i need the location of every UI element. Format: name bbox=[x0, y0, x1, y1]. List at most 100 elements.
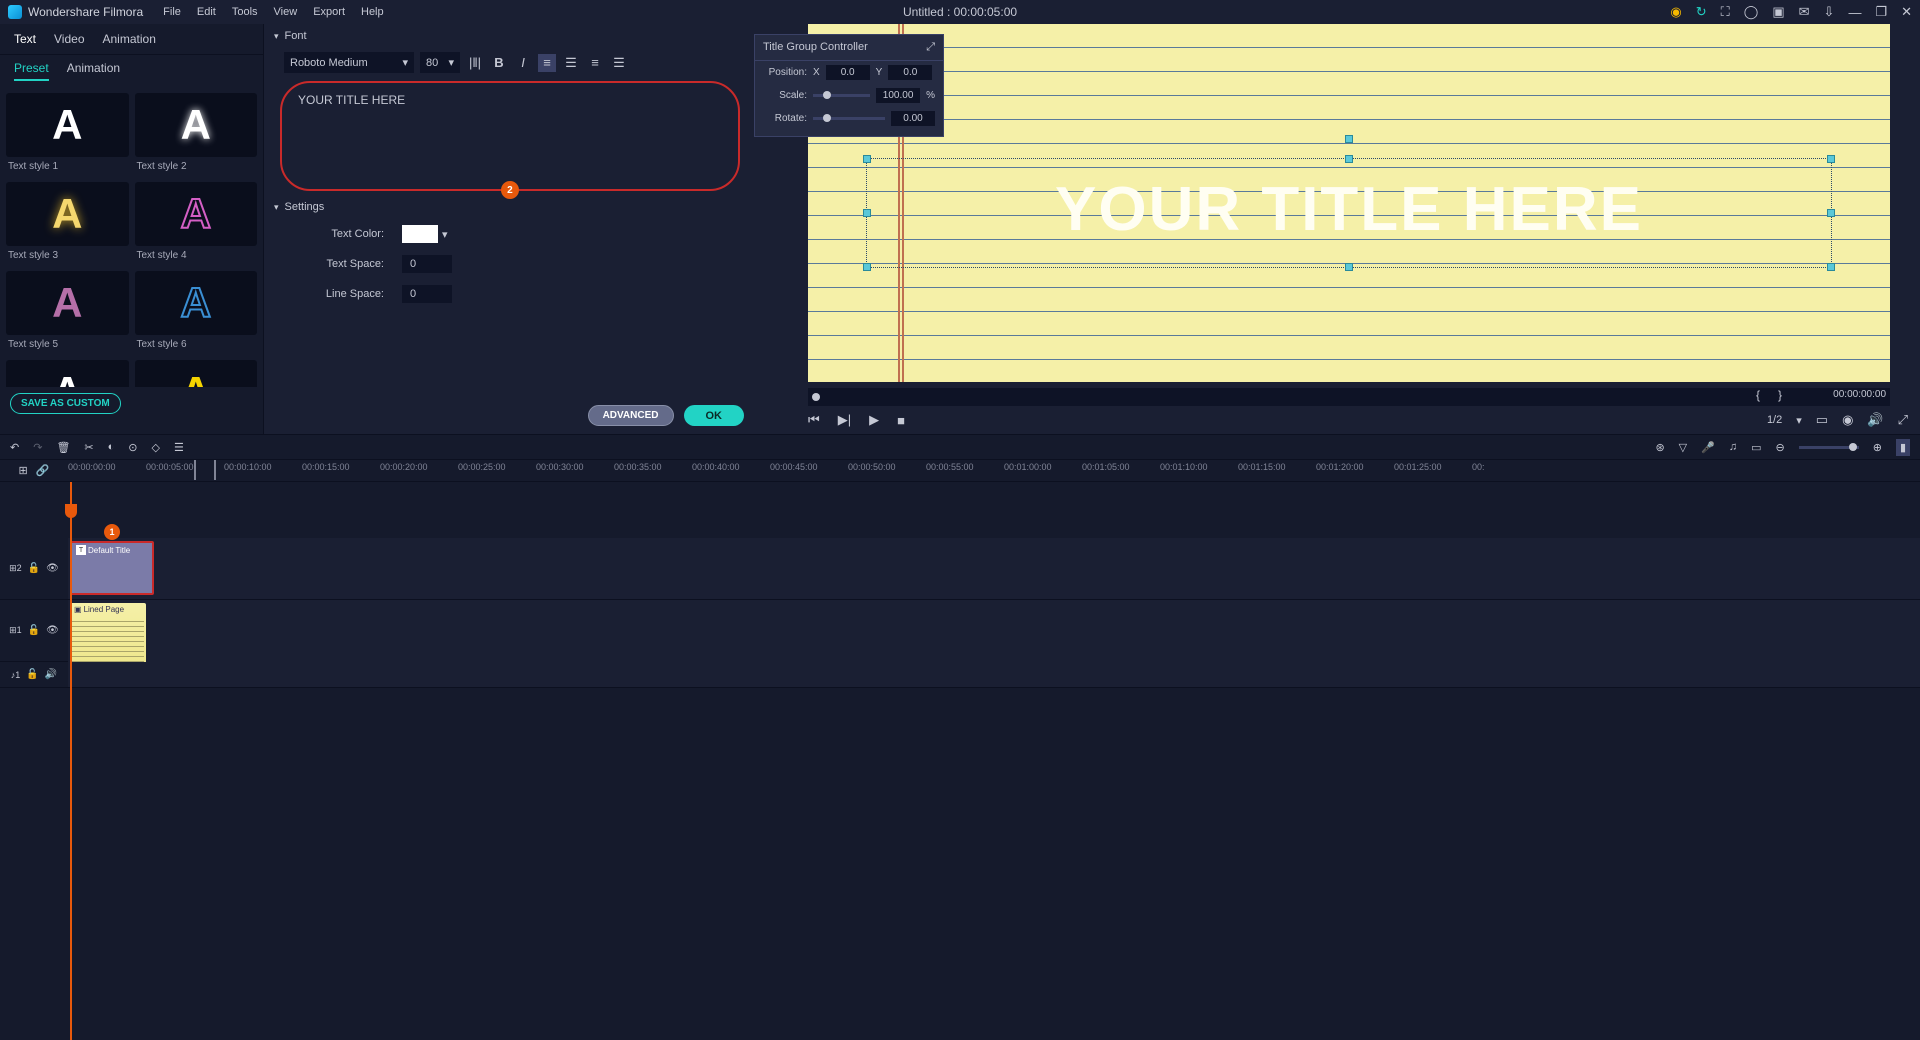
preset-6[interactable]: AText style 6 bbox=[135, 271, 258, 354]
undo-button[interactable]: ↶ bbox=[10, 441, 19, 454]
lock-icon[interactable]: 🔓 bbox=[28, 625, 40, 636]
delete-button[interactable]: 🗑 bbox=[56, 441, 70, 454]
tab-video[interactable]: Video bbox=[54, 32, 84, 46]
tab-animation[interactable]: Animation bbox=[103, 32, 156, 46]
play-button[interactable]: ▶ bbox=[869, 412, 879, 428]
font-family-select[interactable]: Roboto Medium▾ bbox=[284, 52, 414, 73]
selection-box[interactable] bbox=[866, 158, 1832, 268]
video-preview[interactable]: YOUR TITLE HERE bbox=[808, 24, 1890, 382]
lock-icon[interactable]: 🔓 bbox=[26, 669, 38, 680]
handle-tr[interactable] bbox=[1827, 155, 1835, 163]
zoom-slider[interactable] bbox=[1799, 446, 1859, 449]
font-section-header[interactable]: Font bbox=[264, 24, 756, 48]
marker-icon[interactable]: ▽ bbox=[1679, 441, 1687, 454]
prev-frame-button[interactable]: ⏮ bbox=[808, 412, 820, 428]
menu-view[interactable]: View bbox=[274, 6, 298, 18]
link-icon[interactable]: 🔗 bbox=[36, 464, 50, 477]
playhead[interactable] bbox=[70, 482, 72, 1040]
text-space-input[interactable]: 0 bbox=[402, 255, 452, 273]
redo-button[interactable]: ↷ bbox=[33, 441, 42, 454]
bold-button[interactable]: B bbox=[490, 54, 508, 72]
audio-mix-icon[interactable]: ♫ bbox=[1729, 441, 1737, 453]
tgc-y-input[interactable] bbox=[888, 65, 932, 80]
handle-br[interactable] bbox=[1827, 263, 1835, 271]
step-back-button[interactable]: ▶| bbox=[838, 412, 851, 428]
close-icon[interactable]: ✕ bbox=[1901, 4, 1912, 20]
zoom-out-button[interactable]: ⊖ bbox=[1776, 441, 1785, 454]
adjust-button[interactable]: ☰ bbox=[174, 441, 184, 454]
italic-button[interactable]: I bbox=[514, 54, 532, 72]
handle-bl[interactable] bbox=[863, 263, 871, 271]
mail-icon[interactable]: ✉ bbox=[1799, 4, 1810, 20]
handle-ml[interactable] bbox=[863, 209, 871, 217]
account-icon[interactable]: ◯ bbox=[1744, 4, 1759, 20]
refresh-icon[interactable]: ↻ bbox=[1696, 4, 1707, 20]
menu-edit[interactable]: Edit bbox=[197, 6, 216, 18]
display-icon[interactable]: ▭ bbox=[1816, 412, 1828, 428]
subtab-animation[interactable]: Animation bbox=[67, 61, 120, 81]
split-button[interactable]: ✂ bbox=[84, 441, 93, 454]
timeline-ruler[interactable]: 00:00:00:0000:00:05:0000:00:10:0000:00:1… bbox=[68, 460, 1920, 481]
frame-icon[interactable]: ▭ bbox=[1751, 441, 1761, 454]
menu-help[interactable]: Help bbox=[361, 6, 384, 18]
advanced-button[interactable]: ADVANCED bbox=[588, 405, 674, 426]
sound-icon[interactable]: 🔊 bbox=[45, 669, 57, 680]
menu-export[interactable]: Export bbox=[313, 6, 345, 18]
subtab-preset[interactable]: Preset bbox=[14, 61, 49, 81]
eye-icon[interactable]: 👁 bbox=[46, 625, 59, 636]
preset-5[interactable]: AText style 5 bbox=[6, 271, 129, 354]
tgc-collapse-icon[interactable]: ⤢ bbox=[926, 41, 935, 54]
audio-icon[interactable]: 🔊 bbox=[1867, 412, 1883, 428]
align-center-button[interactable]: ☰ bbox=[562, 54, 580, 72]
title-text-input[interactable]: YOUR TITLE HERE 2 bbox=[280, 81, 740, 191]
ok-button[interactable]: OK bbox=[684, 405, 745, 426]
speed-button[interactable]: ⊙ bbox=[128, 441, 137, 454]
handle-tm[interactable] bbox=[1345, 155, 1353, 163]
zoom-fit-button[interactable]: ▮ bbox=[1896, 439, 1910, 456]
preset-4[interactable]: AText style 4 bbox=[135, 182, 258, 265]
tab-text[interactable]: Text bbox=[14, 32, 36, 46]
render-icon[interactable]: ⊛ bbox=[1655, 441, 1664, 454]
preset-2[interactable]: AText style 2 bbox=[135, 93, 258, 176]
fullscreen-icon[interactable]: ⤢ bbox=[1898, 412, 1908, 428]
preset-1[interactable]: AText style 1 bbox=[6, 93, 129, 176]
menu-file[interactable]: File bbox=[163, 6, 181, 18]
minimize-icon[interactable]: — bbox=[1848, 5, 1861, 20]
eye-icon[interactable]: 👁 bbox=[46, 563, 59, 574]
preset-3[interactable]: AText style 3 bbox=[6, 182, 129, 265]
voiceover-icon[interactable]: 🎤 bbox=[1701, 441, 1715, 454]
handle-bm[interactable] bbox=[1345, 263, 1353, 271]
crop-button[interactable]: ◐ bbox=[108, 441, 115, 453]
snapshot-icon[interactable]: ◉ bbox=[1842, 412, 1853, 428]
tgc-x-input[interactable] bbox=[826, 65, 870, 80]
save-icon[interactable]: ▣ bbox=[1772, 4, 1784, 20]
track-manage-icon[interactable]: ⊞ bbox=[19, 464, 28, 477]
stop-button[interactable]: ■ bbox=[897, 413, 905, 428]
lock-icon[interactable]: 🔓 bbox=[28, 563, 40, 574]
chevron-down-icon[interactable]: ▾ bbox=[1796, 414, 1802, 427]
menu-tools[interactable]: Tools bbox=[232, 6, 258, 18]
handle-mr[interactable] bbox=[1827, 209, 1835, 217]
gift-icon[interactable]: ⛶ bbox=[1721, 4, 1730, 20]
zoom-ratio[interactable]: 1/2 bbox=[1767, 414, 1782, 426]
download-icon[interactable]: ⇩ bbox=[1824, 4, 1835, 20]
tgc-scale-input[interactable] bbox=[876, 88, 920, 103]
save-as-custom-button[interactable]: SAVE AS CUSTOM bbox=[10, 393, 121, 414]
spacing-icon[interactable]: |‖| bbox=[466, 54, 484, 72]
preset-7[interactable]: A bbox=[6, 360, 129, 387]
text-color-picker[interactable]: ▾ bbox=[402, 225, 448, 243]
line-space-input[interactable]: 0 bbox=[402, 285, 452, 303]
preview-progress-bar[interactable]: {} 00:00:00:00 bbox=[808, 388, 1890, 406]
handle-rotate[interactable] bbox=[1345, 135, 1353, 143]
tgc-scale-slider[interactable] bbox=[813, 94, 870, 97]
tgc-rotate-slider[interactable] bbox=[813, 117, 885, 120]
font-size-select[interactable]: 80▾ bbox=[420, 52, 460, 73]
preset-8[interactable]: A bbox=[135, 360, 258, 387]
color-button[interactable]: ◇ bbox=[152, 441, 160, 454]
align-right-button[interactable]: ≡ bbox=[586, 54, 604, 72]
zoom-in-button[interactable]: ⊕ bbox=[1873, 441, 1882, 454]
align-justify-button[interactable]: ☰ bbox=[610, 54, 628, 72]
clip-default-title[interactable]: Default Title bbox=[70, 541, 154, 595]
hint-icon[interactable]: ◉ bbox=[1670, 4, 1681, 20]
align-left-button[interactable]: ≡ bbox=[538, 54, 556, 72]
